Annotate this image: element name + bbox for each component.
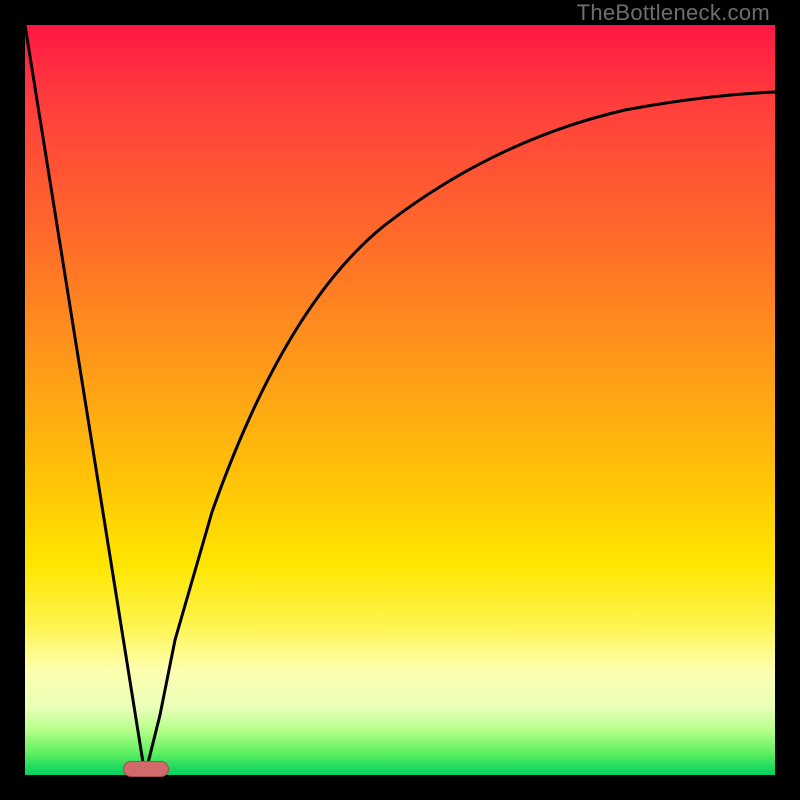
bottleneck-curve [25,25,775,775]
curve-left-branch [25,25,145,775]
minimum-marker [123,761,169,777]
chart-frame: TheBottleneck.com [0,0,800,800]
attribution-label: TheBottleneck.com [577,0,770,26]
curve-right-branch [145,92,775,775]
plot-area [25,25,775,775]
